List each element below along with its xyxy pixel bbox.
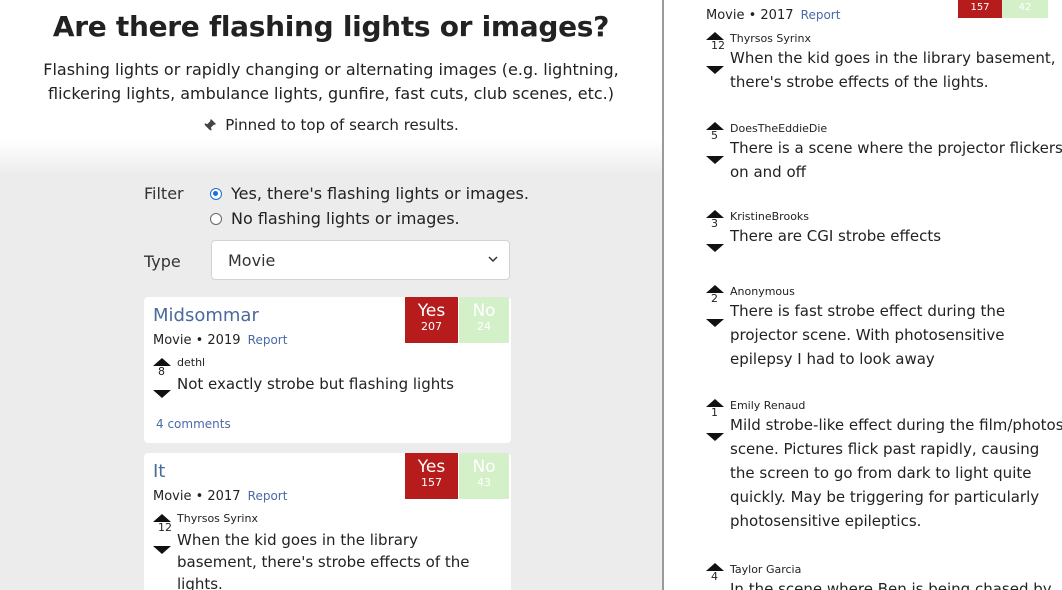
comment-author: Anonymous xyxy=(730,285,795,298)
downvote-icon[interactable] xyxy=(706,66,724,74)
filter-label: Filter xyxy=(144,184,184,203)
filter-no-label: No flashing lights or images. xyxy=(231,209,460,228)
comments-panel: 157 42 Movie • 2017 Report 12 Thyrsos Sy… xyxy=(664,0,1062,590)
downvote-icon[interactable] xyxy=(153,390,171,398)
downvote-icon[interactable] xyxy=(706,319,724,327)
radio-no[interactable] xyxy=(210,212,222,225)
downvote-icon[interactable] xyxy=(706,433,724,441)
vote-control: 12 xyxy=(153,514,173,554)
vote-control: 2 xyxy=(706,285,726,327)
no-vote-box[interactable]: No 43 xyxy=(459,453,509,499)
no-count: 43 xyxy=(477,476,491,489)
card-title-link[interactable]: It xyxy=(153,461,165,482)
yes-label: Yes xyxy=(417,301,446,321)
type-select[interactable]: Movie xyxy=(211,240,510,280)
comment-score: 3 xyxy=(711,217,718,230)
no-count: 24 xyxy=(477,320,491,333)
comment-text: When the kid goes in the library basemen… xyxy=(177,531,470,590)
card-meta-text: Movie • 2017 xyxy=(706,8,794,23)
comment-score: 2 xyxy=(711,292,718,305)
downvote-icon[interactable] xyxy=(706,156,724,164)
comment-author: Taylor Garcia xyxy=(730,563,802,576)
comment-author: Emily Renaud xyxy=(730,399,806,412)
no-vote-box[interactable]: No 24 xyxy=(459,297,509,343)
filter-yes-option[interactable]: Yes, there's flashing lights or images. xyxy=(210,184,529,203)
yes-count: 207 xyxy=(421,320,442,333)
comment-author: DoesTheEddieDie xyxy=(730,122,828,135)
vote-control: 5 xyxy=(706,122,726,164)
card-meta: Movie • 2017 Report xyxy=(706,8,840,23)
report-link[interactable]: Report xyxy=(248,489,288,503)
comment-author: dethl xyxy=(177,356,206,369)
type-select-value: Movie xyxy=(228,251,276,270)
filter-no-option[interactable]: No flashing lights or images. xyxy=(210,209,460,228)
yes-count: 157 xyxy=(421,476,442,489)
no-label: No xyxy=(472,301,496,321)
card-meta: Movie • 2017 Report xyxy=(153,489,287,504)
yes-vote-box[interactable]: Yes 157 xyxy=(405,453,458,499)
no-vote-box[interactable]: 42 xyxy=(1002,0,1048,18)
filter-yes-label: Yes, there's flashing lights or images. xyxy=(231,184,529,203)
chevron-down-icon xyxy=(488,256,498,263)
no-label: No xyxy=(472,457,496,477)
page-title: Are there flashing lights or images? xyxy=(52,10,610,43)
radio-yes[interactable] xyxy=(210,187,222,200)
comment-score: 12 xyxy=(158,521,172,534)
downvote-icon[interactable] xyxy=(706,244,724,252)
comment-author: Thyrsos Syrinx xyxy=(177,512,258,525)
pin-icon xyxy=(204,118,217,132)
comment-score: 1 xyxy=(711,406,718,419)
vote-control: 1 xyxy=(706,399,726,441)
vote-control: 8 xyxy=(153,358,173,398)
card-meta-text: Movie • 2019 xyxy=(153,333,241,348)
comment-author: KristineBrooks xyxy=(730,210,810,223)
vote-control: 12 xyxy=(706,32,726,74)
yes-label: Yes xyxy=(417,457,446,477)
card-title-link[interactable]: Midsommar xyxy=(153,305,259,326)
pinned-note: Pinned to top of search results. xyxy=(0,116,662,134)
comment-text: There are CGI strobe effects xyxy=(730,227,942,245)
yes-vote-box[interactable]: Yes 207 xyxy=(405,297,458,343)
report-link[interactable]: Report xyxy=(801,8,841,22)
card-meta: Movie • 2019 Report xyxy=(153,333,287,348)
yes-vote-box[interactable]: 157 xyxy=(958,0,1002,18)
comment-text: Not exactly strobe but flashing lights xyxy=(177,375,454,393)
report-link[interactable]: Report xyxy=(248,333,288,347)
comment-text: There is a scene where the projector fli… xyxy=(730,139,1062,181)
vote-control: 4 xyxy=(706,563,726,590)
trigger-description: Flashing lights or rapidly changing or a… xyxy=(43,60,619,103)
comment-text: Mild strobe-like effect during the film/… xyxy=(730,416,1062,530)
pinned-text: Pinned to top of search results. xyxy=(225,116,459,134)
card-meta-text: Movie • 2017 xyxy=(153,489,241,504)
result-card: It Yes 157 No 43 Movie • 2017 Report 12 … xyxy=(144,453,511,590)
comment-score: 8 xyxy=(158,365,165,378)
type-label: Type xyxy=(144,252,181,271)
result-card: Midsommar Yes 207 No 24 Movie • 2019 Rep… xyxy=(144,297,511,443)
vote-control: 3 xyxy=(706,210,726,252)
comment-text: When the kid goes in the library basemen… xyxy=(730,49,1056,91)
comment-score: 5 xyxy=(711,129,718,142)
comment-score: 4 xyxy=(711,570,718,583)
comment-author: Thyrsos Syrinx xyxy=(730,32,811,45)
downvote-icon[interactable] xyxy=(153,546,171,554)
comments-link[interactable]: 4 comments xyxy=(156,417,231,431)
comment-score: 12 xyxy=(711,39,725,52)
comment-text: There is fast strobe effect during the p… xyxy=(730,302,1006,368)
left-panel: Are there flashing lights or images? Fla… xyxy=(0,0,662,590)
comment-text: In the scene where Ben is being chased b… xyxy=(730,580,1052,590)
